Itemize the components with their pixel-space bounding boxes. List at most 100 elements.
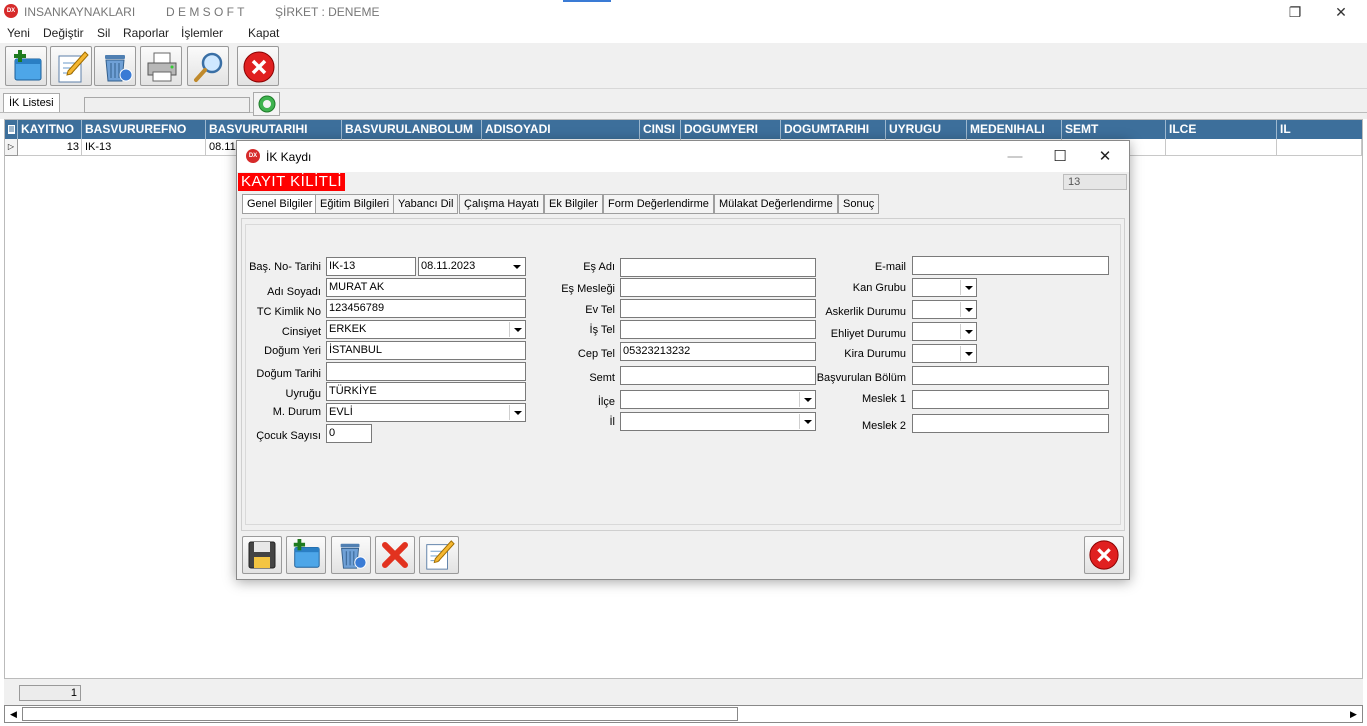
- ilce-select[interactable]: [620, 390, 816, 409]
- askerlik-select[interactable]: [912, 300, 977, 319]
- tab-ek-bilgiler[interactable]: Ek Bilgiler: [544, 194, 603, 214]
- il-select[interactable]: [620, 412, 816, 431]
- column-header-cinsi[interactable]: CINSI: [640, 120, 681, 139]
- bas-tarihi-picker[interactable]: 08.11.2023: [418, 257, 526, 276]
- search-button[interactable]: [187, 46, 229, 86]
- main-title-bar: DX INSANKAYNAKLARI D E M S O F T ŞİRKET …: [0, 0, 1367, 24]
- semt-input[interactable]: [620, 366, 816, 385]
- bas-no-input[interactable]: IK-13: [326, 257, 416, 276]
- focus-indicator: [563, 0, 611, 2]
- new-record-button[interactable]: [5, 46, 47, 86]
- grid-menu-icon: [8, 125, 15, 134]
- cep-tel-input[interactable]: 05323213232: [620, 342, 816, 361]
- cinsiyet-select[interactable]: ERKEK: [326, 320, 526, 339]
- dialog-minimize-button[interactable]: —: [1000, 146, 1030, 168]
- restore-window-button[interactable]: ❐: [1275, 1, 1315, 23]
- list-search-input[interactable]: [84, 97, 250, 113]
- es-meslegi-input[interactable]: [620, 278, 816, 297]
- kira-select[interactable]: [912, 344, 977, 363]
- menu-raporlar[interactable]: Raporlar: [123, 26, 169, 40]
- uyrugu-input[interactable]: TÜRKİYE: [326, 382, 526, 401]
- edit-button[interactable]: [50, 46, 92, 86]
- close-window-button[interactable]: ✕: [1321, 1, 1361, 23]
- dialog-maximize-button[interactable]: ☐: [1045, 146, 1075, 168]
- column-header-medenihali[interactable]: MEDENIHALI: [967, 120, 1062, 139]
- save-icon: [248, 541, 276, 569]
- cell-ilce[interactable]: [1166, 139, 1277, 156]
- main-toolbar: [0, 43, 1367, 89]
- tab-form-degerlendirme[interactable]: Form Değerlendirme: [603, 194, 714, 214]
- kan-grubu-select[interactable]: [912, 278, 977, 297]
- cancel-button[interactable]: [375, 536, 415, 574]
- is-tel-input[interactable]: [620, 320, 816, 339]
- meslek2-input[interactable]: [912, 414, 1109, 433]
- column-header-il[interactable]: IL: [1277, 120, 1362, 139]
- menu-sil[interactable]: Sil: [97, 26, 110, 40]
- tab-mulakat-degerlendirme[interactable]: Mülakat Değerlendirme: [714, 194, 838, 214]
- tab-sonuc[interactable]: Sonuç: [838, 194, 880, 214]
- column-header-basvururefno[interactable]: BASVURUREFNO: [82, 120, 206, 139]
- menu-yeni[interactable]: Yeni: [7, 26, 30, 40]
- meslek1-input[interactable]: [912, 390, 1109, 409]
- label-semt: Semt: [589, 372, 615, 384]
- delete-button[interactable]: [331, 536, 371, 574]
- column-header-basvurutarihi[interactable]: BASVURUTARIHI: [206, 120, 342, 139]
- cinsiyet-value: ERKEK: [329, 323, 367, 335]
- tab-calisma-hayati[interactable]: Çalışma Hayatı: [459, 194, 545, 214]
- column-header-ilce[interactable]: ILCE: [1166, 120, 1277, 139]
- close-button[interactable]: [237, 46, 279, 86]
- dogum-tarihi-input[interactable]: [326, 362, 526, 381]
- new-record-button[interactable]: [286, 536, 326, 574]
- menu-islemler[interactable]: İşlemler: [181, 26, 223, 40]
- email-field[interactable]: [912, 256, 1109, 275]
- chevron-down-icon[interactable]: [509, 405, 524, 420]
- cell-basvururefno[interactable]: IK-13: [82, 139, 206, 156]
- scroll-thumb[interactable]: [22, 707, 738, 721]
- chevron-down-icon[interactable]: [960, 324, 975, 339]
- chevron-down-icon[interactable]: [960, 302, 975, 317]
- cocuk-sayisi-input[interactable]: 0: [326, 424, 372, 443]
- cancel-icon: [382, 542, 408, 568]
- tab-egitim-bilgileri[interactable]: Eğitim Bilgileri: [315, 194, 395, 214]
- chevron-down-icon[interactable]: [960, 280, 975, 295]
- tc-kimlik-input[interactable]: 123456789: [326, 299, 526, 318]
- horizontal-scrollbar[interactable]: ◀ ▶: [4, 705, 1363, 723]
- basvurulan-bolum-input[interactable]: [912, 366, 1109, 385]
- ev-tel-input[interactable]: [620, 299, 816, 318]
- cell-kayitno[interactable]: 13: [18, 139, 82, 156]
- ehliyet-select[interactable]: [912, 322, 977, 341]
- print-button[interactable]: [140, 46, 182, 86]
- chevron-down-icon[interactable]: [509, 259, 524, 274]
- column-header-kayitno[interactable]: KAYITNO: [18, 120, 82, 139]
- ik-kaydi-dialog: DX İK Kaydı — ☐ ✕ KAYIT KİLİTLİ 13 Genel…: [236, 140, 1130, 580]
- column-header-semt[interactable]: SEMT: [1062, 120, 1166, 139]
- dialog-exit-button[interactable]: [1084, 536, 1124, 574]
- column-header-basvurulanbolum[interactable]: BASVURULANBOLUM: [342, 120, 482, 139]
- column-header-uyrugu[interactable]: UYRUGU: [886, 120, 967, 139]
- tab-genel-bilgiler[interactable]: Genel Bilgiler: [242, 194, 318, 214]
- edit-button[interactable]: [419, 536, 459, 574]
- dogum-yeri-input[interactable]: İSTANBUL: [326, 341, 526, 360]
- chevron-down-icon[interactable]: [509, 322, 524, 337]
- column-header-dogumyeri[interactable]: DOGUMYERI: [681, 120, 781, 139]
- chevron-down-icon[interactable]: [960, 346, 975, 361]
- label-dogum-tarihi: Doğum Tarihi: [256, 368, 321, 380]
- app-logo: DX: [4, 4, 18, 18]
- menu-kapat[interactable]: Kapat: [248, 26, 279, 40]
- column-header-dogumtarihi[interactable]: DOGUMTARIHI: [781, 120, 886, 139]
- es-adi-input[interactable]: [620, 258, 816, 277]
- scroll-left-icon[interactable]: ◀: [5, 706, 22, 722]
- adi-soyadi-input[interactable]: MURAT AK: [326, 278, 526, 297]
- scroll-right-icon[interactable]: ▶: [1345, 706, 1362, 722]
- menu-degistir[interactable]: Değiştir: [43, 26, 84, 40]
- label-ev-tel: Ev Tel: [585, 304, 615, 316]
- tab-ik-listesi[interactable]: İK Listesi: [3, 93, 60, 112]
- delete-button[interactable]: [94, 46, 136, 86]
- cell-il[interactable]: [1277, 139, 1362, 156]
- tab-yabanci-dil[interactable]: Yabancı Dil: [393, 194, 459, 214]
- dialog-close-button[interactable]: ✕: [1090, 146, 1120, 168]
- m-durum-select[interactable]: EVLİ: [326, 403, 526, 422]
- refresh-button[interactable]: [253, 92, 280, 116]
- save-button[interactable]: [242, 536, 282, 574]
- column-header-adisoyadi[interactable]: ADISOYADI: [482, 120, 640, 139]
